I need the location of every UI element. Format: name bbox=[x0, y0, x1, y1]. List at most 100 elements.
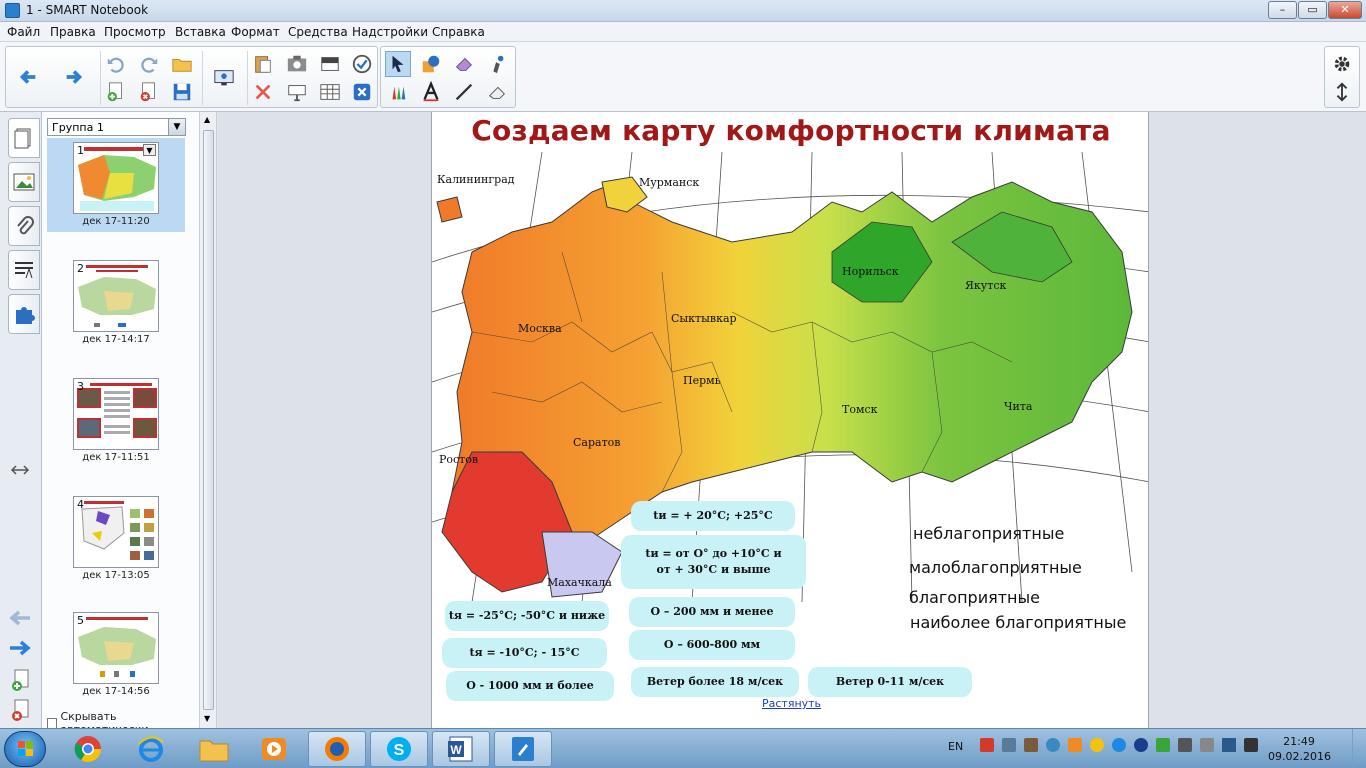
slide-thumbnail-2[interactable]: 2 дек 17-14:17 bbox=[47, 256, 185, 350]
tray-app-icon[interactable] bbox=[980, 738, 994, 752]
criterion-card[interactable]: Ветер 0-11 м/сек bbox=[808, 667, 972, 697]
forward-icon[interactable] bbox=[61, 64, 87, 90]
network-icon[interactable] bbox=[1222, 738, 1236, 752]
gallery-tab[interactable] bbox=[8, 162, 40, 202]
tray-app-icon[interactable] bbox=[1200, 738, 1214, 752]
screen-capture-icon[interactable] bbox=[284, 51, 310, 77]
magic-pen-icon[interactable] bbox=[484, 51, 510, 77]
taskbar-media[interactable] bbox=[245, 731, 303, 767]
pens-icon[interactable] bbox=[385, 79, 411, 105]
next-page-icon[interactable] bbox=[6, 638, 34, 658]
volume-icon[interactable] bbox=[1244, 738, 1258, 752]
menu-format[interactable]: Формат bbox=[231, 25, 280, 39]
scroll-thumb[interactable] bbox=[203, 130, 214, 710]
back-icon[interactable] bbox=[15, 64, 41, 90]
maximize-button[interactable]: ▭ bbox=[1298, 1, 1327, 19]
criterion-card[interactable]: tи = от О° до +10°С и от + 30°С и выше bbox=[621, 535, 806, 589]
display-screen-icon[interactable] bbox=[211, 65, 237, 91]
show-desktop-button[interactable] bbox=[1352, 729, 1366, 768]
page-sorter-tab[interactable] bbox=[8, 118, 40, 158]
taskbar-ie[interactable] bbox=[122, 731, 180, 767]
tray-app-icon[interactable] bbox=[1002, 738, 1016, 752]
legend-favorable[interactable]: благоприятные bbox=[909, 588, 1040, 607]
legend-unfavorable[interactable]: неблагоприятные bbox=[913, 524, 1064, 543]
minimize-button[interactable]: – bbox=[1268, 1, 1297, 19]
paste-icon[interactable] bbox=[250, 51, 276, 77]
undo-icon[interactable] bbox=[103, 51, 129, 77]
criterion-card[interactable]: tя = -10°С; - 15°С bbox=[442, 638, 607, 668]
group-select[interactable]: Группа 1 ▼ bbox=[47, 118, 186, 136]
legend-most-favorable[interactable]: наиболее благоприятные bbox=[910, 613, 1126, 632]
legend-less-favorable[interactable]: малоблагоприятные bbox=[909, 558, 1082, 577]
gear-icon[interactable] bbox=[1329, 51, 1355, 77]
clock[interactable]: 21:49 09.02.2016 bbox=[1268, 734, 1331, 764]
save-icon[interactable] bbox=[169, 79, 195, 105]
previous-page-icon[interactable] bbox=[6, 608, 34, 628]
criterion-card[interactable]: Ветер более 18 м/сек bbox=[631, 667, 799, 697]
menu-insert[interactable]: Вставка bbox=[175, 25, 226, 39]
taskbar-explorer[interactable] bbox=[185, 731, 243, 767]
open-folder-icon[interactable] bbox=[169, 51, 195, 77]
fill-eraser-icon[interactable] bbox=[484, 79, 510, 105]
tray-app-icon[interactable] bbox=[1068, 738, 1082, 752]
slide-menu-chevron-icon[interactable]: ▼ bbox=[143, 144, 156, 156]
slide-thumbnail-1[interactable]: 1 ▼ дек 17-11:20 bbox=[47, 138, 185, 232]
taskbar-chrome[interactable] bbox=[59, 731, 117, 767]
menu-tools[interactable]: Средства bbox=[288, 25, 348, 39]
slide-thumbnail-4[interactable]: 4 дек 17-13:05 bbox=[47, 492, 185, 586]
select-arrow-icon[interactable] bbox=[385, 51, 411, 77]
start-button[interactable] bbox=[4, 731, 46, 767]
sorter-scrollbar[interactable]: ▲ ▼ bbox=[200, 112, 217, 728]
taskbar-firefox[interactable] bbox=[308, 731, 366, 767]
eraser-icon[interactable] bbox=[451, 51, 477, 77]
move-toolbar-icon[interactable] bbox=[1329, 79, 1355, 105]
scroll-up-icon[interactable]: ▲ bbox=[204, 115, 210, 124]
remove-page-icon[interactable] bbox=[6, 698, 34, 724]
add-page-icon[interactable] bbox=[103, 79, 129, 105]
criterion-card[interactable]: О – 200 мм и менее bbox=[629, 597, 795, 627]
tray-app-icon[interactable] bbox=[1178, 738, 1192, 752]
spell-check-icon[interactable] bbox=[349, 51, 375, 77]
taskbar-smart-notebook[interactable] bbox=[494, 731, 552, 767]
redo-icon[interactable] bbox=[136, 51, 162, 77]
criterion-card[interactable]: tи = + 20°С; +25°С bbox=[631, 501, 795, 531]
chevron-down-icon[interactable]: ▼ bbox=[168, 119, 185, 135]
menu-edit[interactable]: Правка bbox=[50, 25, 96, 39]
properties-tab[interactable] bbox=[8, 250, 40, 290]
menu-file[interactable]: Файл bbox=[7, 25, 40, 39]
table-icon[interactable] bbox=[317, 79, 343, 105]
delete-page-icon[interactable] bbox=[136, 79, 162, 105]
taskbar-word[interactable]: W bbox=[432, 731, 490, 767]
tray-app-icon[interactable] bbox=[1090, 738, 1104, 752]
checkbox-icon[interactable] bbox=[47, 717, 58, 729]
close-button[interactable]: ✕ bbox=[1328, 1, 1362, 19]
scroll-down-icon[interactable]: ▼ bbox=[204, 714, 210, 723]
resize-horizontal-icon[interactable] bbox=[6, 460, 34, 480]
line-icon[interactable] bbox=[451, 79, 477, 105]
shapes-icon[interactable] bbox=[418, 51, 444, 77]
criterion-card[interactable]: О – 600-800 мм bbox=[629, 630, 795, 660]
tray-app-icon[interactable] bbox=[1024, 738, 1038, 752]
tray-app-icon[interactable] bbox=[1156, 738, 1170, 752]
addons-tab[interactable] bbox=[8, 294, 40, 334]
taskbar-skype[interactable]: S bbox=[370, 731, 428, 767]
menu-help[interactable]: Справка bbox=[432, 25, 485, 39]
menu-addons[interactable]: Надстройки bbox=[352, 25, 428, 39]
menu-view[interactable]: Просмотр bbox=[104, 25, 166, 39]
criterion-card[interactable]: tя = -25°С; -50°С и ниже bbox=[445, 601, 609, 631]
screen-shade-icon[interactable] bbox=[317, 51, 343, 77]
tray-app-icon[interactable] bbox=[1112, 738, 1126, 752]
full-screen-icon[interactable] bbox=[284, 79, 310, 105]
slide-thumbnail-3[interactable]: 3 дек 17-11:51 bbox=[47, 374, 185, 468]
language-indicator[interactable]: EN bbox=[948, 740, 963, 753]
text-icon[interactable] bbox=[418, 79, 444, 105]
attachments-tab[interactable] bbox=[8, 206, 40, 246]
tray-app-icon[interactable] bbox=[1046, 738, 1060, 752]
stretch-link[interactable]: Растянуть bbox=[762, 697, 821, 710]
bluetooth-icon[interactable] bbox=[1134, 738, 1148, 752]
criterion-card[interactable]: О - 1000 мм и более bbox=[446, 671, 614, 701]
insert-page-icon[interactable] bbox=[6, 668, 34, 694]
close-document-icon[interactable] bbox=[349, 79, 375, 105]
slide-thumbnail-5[interactable]: 5 дек 17-14:56 bbox=[47, 608, 185, 702]
delete-icon[interactable] bbox=[250, 79, 276, 105]
